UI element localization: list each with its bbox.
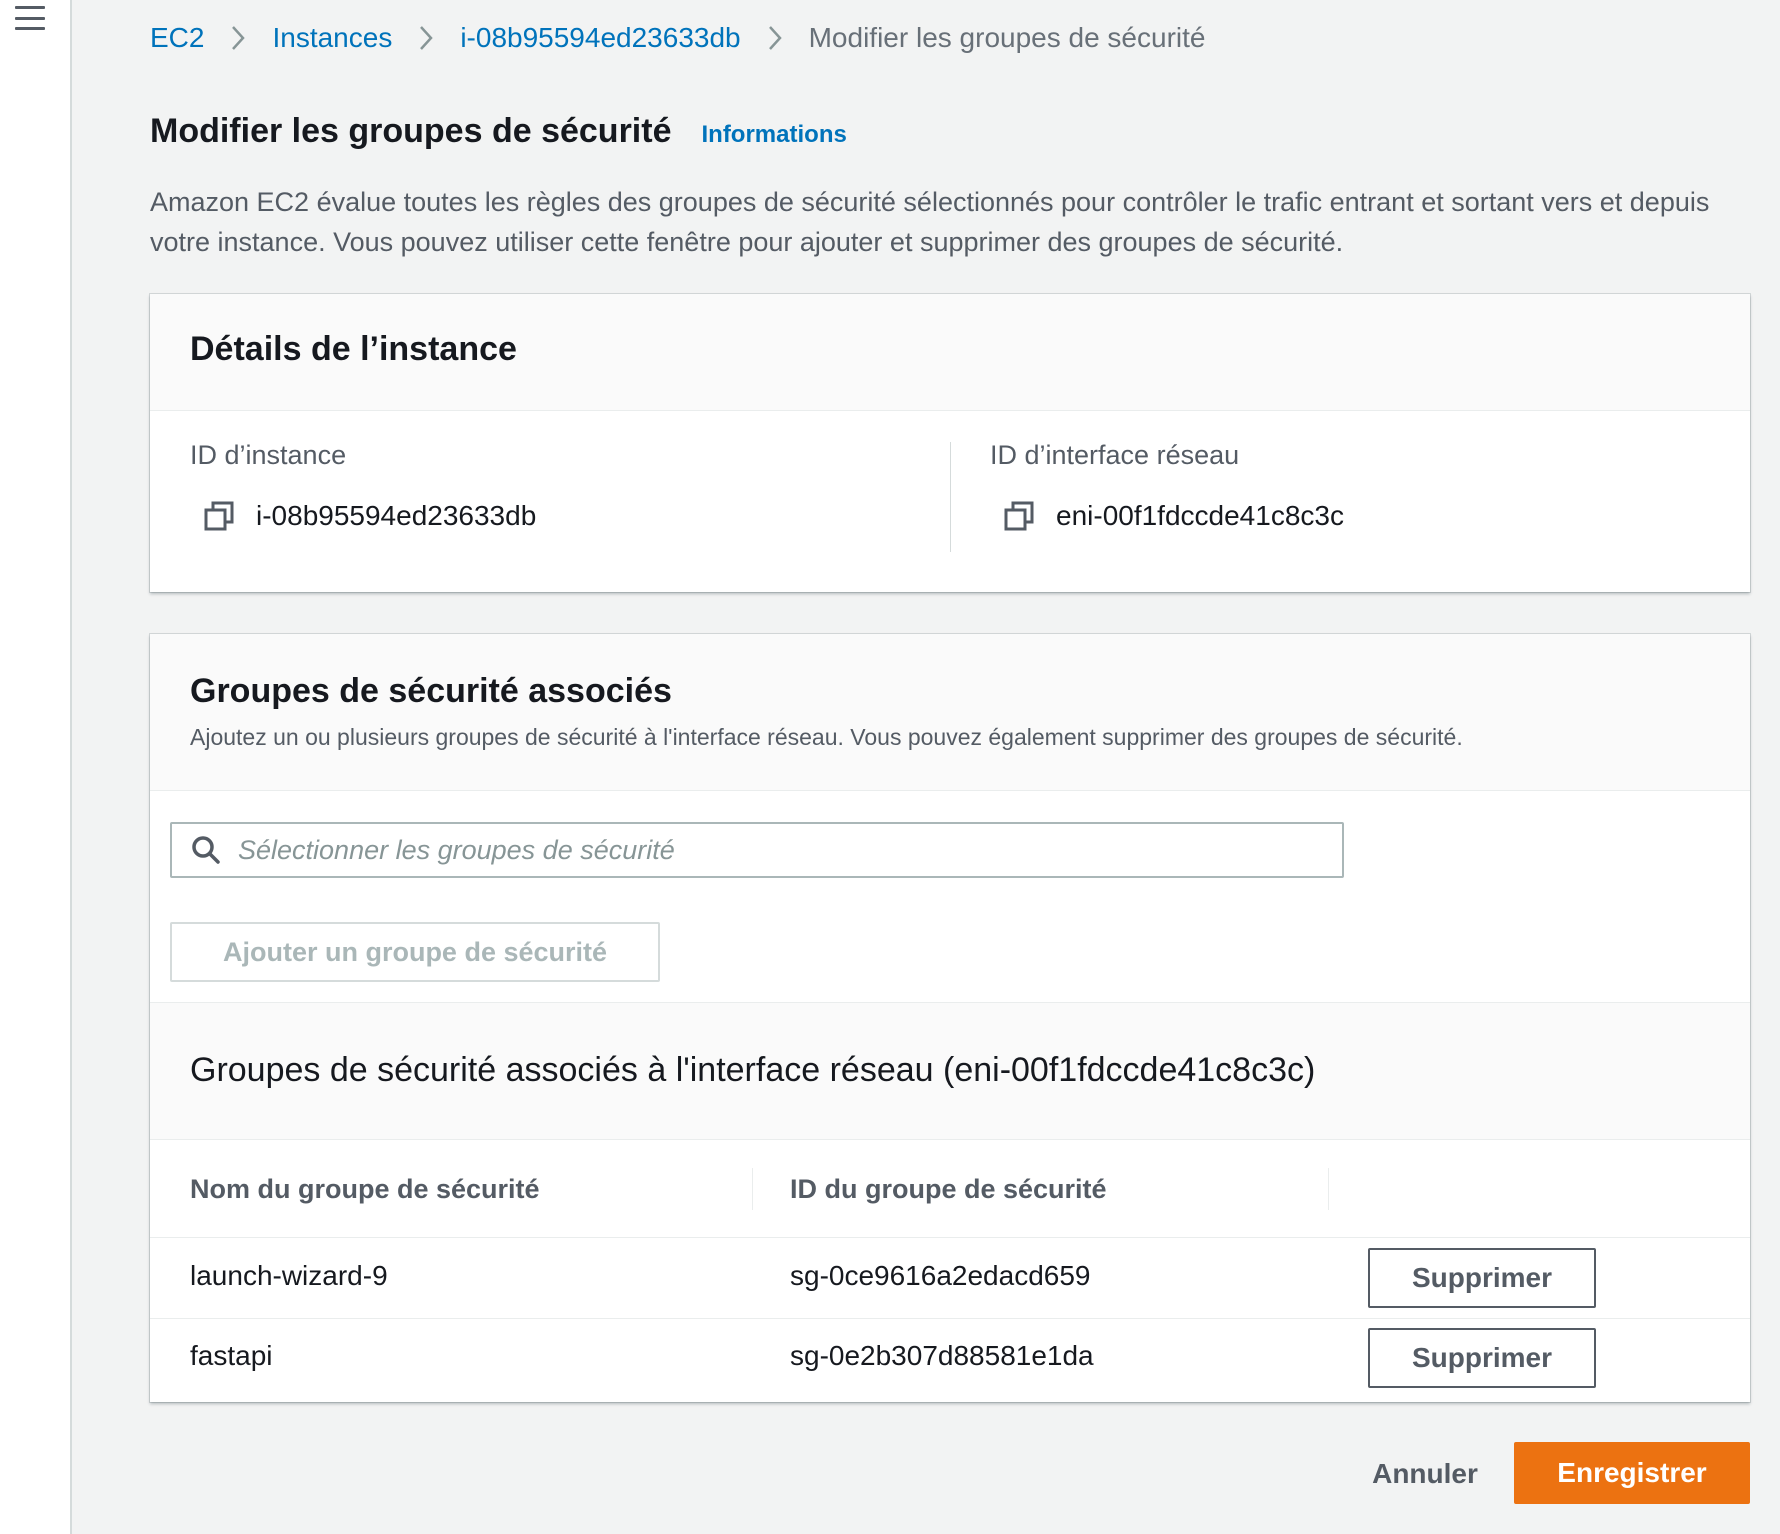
- column-header-id: ID du groupe de sécurité: [790, 1174, 1107, 1204]
- menu-icon[interactable]: [15, 6, 45, 30]
- save-button[interactable]: Enregistrer: [1514, 1442, 1750, 1504]
- breadcrumb: EC2 Instances i-08b95594ed23633db Modifi…: [150, 22, 1205, 54]
- info-link[interactable]: Informations: [701, 121, 846, 149]
- security-groups-panel: Groupes de sécurité associés Ajoutez un …: [150, 634, 1750, 1402]
- page-title: Modifier les groupes de sécurité: [150, 112, 672, 150]
- panel-header: Groupes de sécurité associés Ajoutez un …: [150, 634, 1750, 791]
- cancel-button[interactable]: Annuler: [1360, 1444, 1490, 1504]
- breadcrumb-instances[interactable]: Instances: [272, 22, 392, 54]
- instance-id-value-row: i-08b95594ed23633db: [204, 500, 536, 532]
- search-icon: [192, 836, 220, 864]
- security-group-id: sg-0ce9616a2edacd659: [790, 1260, 1091, 1291]
- breadcrumb-instance-id[interactable]: i-08b95594ed23633db: [460, 22, 740, 54]
- chevron-right-icon: [755, 22, 795, 54]
- column-divider: [752, 1168, 753, 1210]
- security-group-search[interactable]: [170, 822, 1344, 878]
- instance-id-field: ID d’instance i-08b95594ed23633db: [150, 410, 950, 592]
- add-security-group-button[interactable]: Ajouter un groupe de sécurité: [170, 922, 660, 982]
- security-group-id: sg-0e2b307d88581e1da: [790, 1340, 1094, 1371]
- column-divider: [1328, 1168, 1329, 1210]
- page-description: Amazon EC2 évalue toutes les règles des …: [150, 187, 1710, 257]
- table-row: fastapi sg-0e2b307d88581e1da Supprimer: [150, 1318, 1750, 1398]
- panel-title: Groupes de sécurité associés: [190, 672, 672, 710]
- remove-button[interactable]: Supprimer: [1368, 1248, 1596, 1308]
- remove-button[interactable]: Supprimer: [1368, 1328, 1596, 1388]
- table-row: launch-wizard-9 sg-0ce9616a2edacd659 Sup…: [150, 1238, 1750, 1319]
- column-header-name: Nom du groupe de sécurité: [190, 1174, 540, 1204]
- security-group-name: fastapi: [190, 1340, 273, 1371]
- associated-groups-header: Groupes de sécurité associés à l'interfa…: [150, 1002, 1750, 1140]
- eni-id-label: ID d’interface réseau: [990, 440, 1240, 470]
- instance-id-label: ID d’instance: [190, 440, 347, 470]
- chevron-right-icon: [406, 22, 446, 54]
- eni-id-field: ID d’interface réseau eni-00f1fdccde41c8…: [950, 410, 1750, 592]
- eni-id-value-row: eni-00f1fdccde41c8c3c: [1004, 500, 1344, 532]
- eni-id-value: eni-00f1fdccde41c8c3c: [1056, 500, 1344, 531]
- instance-details-panel: Détails de l’instance ID d’instance i-08…: [150, 294, 1750, 592]
- side-navigation: [0, 0, 72, 1534]
- panel-subtitle: Ajoutez un ou plusieurs groupes de sécur…: [190, 724, 1463, 750]
- table-header-row: Nom du groupe de sécurité ID du groupe d…: [150, 1140, 1750, 1238]
- breadcrumb-ec2[interactable]: EC2: [150, 22, 204, 54]
- instance-id-value: i-08b95594ed23633db: [256, 500, 537, 531]
- panel-title: Détails de l’instance: [190, 330, 517, 368]
- table-title: Groupes de sécurité associés à l'interfa…: [190, 1051, 1316, 1089]
- copy-icon[interactable]: [1004, 501, 1034, 531]
- security-group-name: launch-wizard-9: [190, 1260, 388, 1291]
- search-input[interactable]: [236, 833, 1342, 867]
- panel-header: Détails de l’instance: [150, 294, 1750, 411]
- page-header: Modifier les groupes de sécurité Informa…: [150, 112, 847, 151]
- copy-icon[interactable]: [204, 501, 234, 531]
- breadcrumb-current: Modifier les groupes de sécurité: [808, 22, 1206, 53]
- chevron-right-icon: [218, 22, 258, 54]
